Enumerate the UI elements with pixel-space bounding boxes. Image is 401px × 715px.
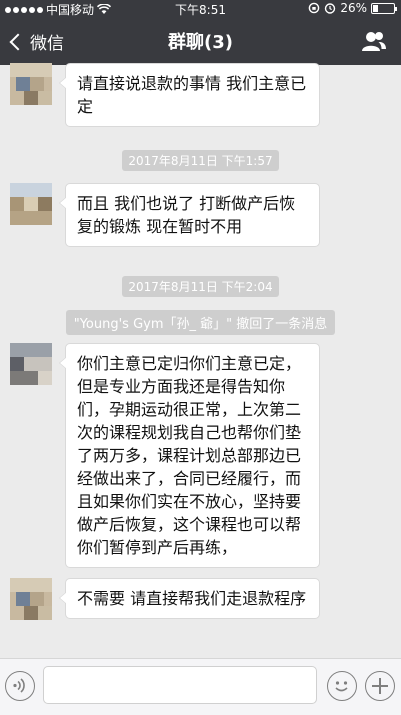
avatar[interactable]	[10, 183, 52, 225]
emoji-icon	[335, 681, 348, 692]
message-input[interactable]	[43, 666, 317, 704]
avatar[interactable]	[10, 63, 52, 105]
message-bubble[interactable]: 而且 我们也说了 打断做产后恢复的锻炼 现在暂时不用	[59, 183, 320, 247]
message-bubble[interactable]: 请直接说退款的事情 我们主意已定	[59, 63, 320, 127]
nav-bar: 微信 群聊(3)	[0, 17, 401, 65]
avatar[interactable]	[10, 578, 52, 620]
timestamp: 2017年8月11日 下午2:04	[0, 276, 401, 297]
plus-button[interactable]	[365, 671, 395, 701]
message-row: 不需要 请直接帮我们走退款程序	[10, 578, 320, 620]
input-bar	[0, 658, 401, 715]
message-bubble[interactable]: 你们主意已定归你们主意已定，但是专业方面我还是得告知你们，孕期运动很正常，上次第…	[59, 343, 320, 568]
recall-notice-text: "Young's Gym「孙_ 爺」" 撤回了一条消息	[65, 310, 336, 335]
message-row: 而且 我们也说了 打断做产后恢复的锻炼 现在暂时不用	[10, 183, 320, 247]
emoji-button[interactable]	[327, 671, 357, 701]
timestamp-label: 2017年8月11日 下午1:57	[122, 150, 279, 171]
battery-percent: 26%	[340, 1, 367, 15]
message-row: 请直接说退款的事情 我们主意已定	[10, 63, 320, 127]
alarm-icon	[325, 3, 336, 14]
voice-icon	[13, 678, 25, 693]
message-row: 你们主意已定归你们主意已定，但是专业方面我还是得告知你们，孕期运动很正常，上次第…	[10, 343, 320, 568]
timestamp-label: 2017年8月11日 下午2:04	[122, 276, 279, 297]
avatar[interactable]	[10, 343, 52, 385]
rotation-lock-icon	[309, 2, 320, 14]
timestamp: 2017年8月11日 下午1:57	[0, 150, 401, 171]
message-bubble[interactable]: 不需要 请直接帮我们走退款程序	[59, 578, 320, 619]
status-bar: 中国移动 下午8:51 26%	[0, 0, 401, 17]
group-icon[interactable]	[361, 30, 387, 52]
recall-notice: "Young's Gym「孙_ 爺」" 撤回了一条消息	[0, 310, 401, 335]
battery-icon	[371, 2, 397, 14]
status-right: 26%	[308, 1, 397, 15]
battery-fill	[373, 4, 379, 12]
page-title: 群聊(3)	[168, 32, 233, 53]
voice-button[interactable]	[5, 671, 35, 701]
